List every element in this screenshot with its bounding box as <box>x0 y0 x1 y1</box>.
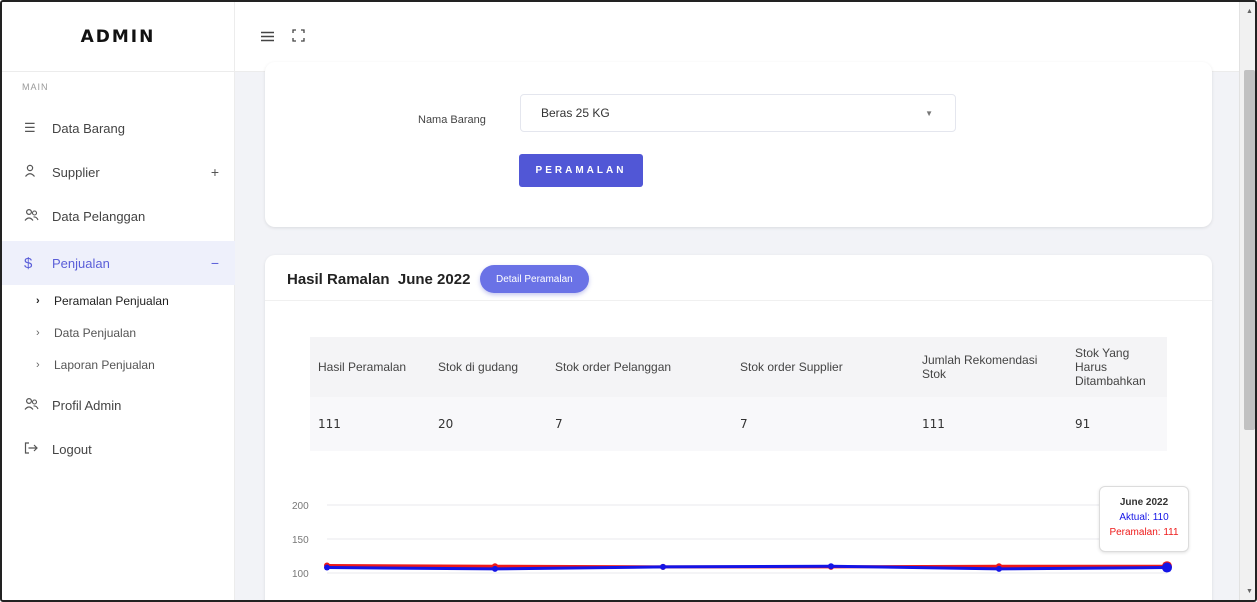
item-select[interactable]: Beras 25 KG ▼ <box>520 94 956 132</box>
item-name-label: Nama Barang <box>418 114 486 126</box>
list-icon: ☰ <box>24 120 36 135</box>
table-header: Stok order Pelanggan <box>547 337 732 397</box>
sidebar-subitem-data-penjualan[interactable]: › Data Penjualan <box>2 318 235 348</box>
table-cell: 7 <box>547 397 732 451</box>
data-point-aktual[interactable] <box>660 563 666 570</box>
scroll-up-icon[interactable]: ▲ <box>1246 8 1253 15</box>
chevron-down-icon: ▼ <box>925 108 933 118</box>
collapse-icon[interactable]: − <box>211 255 219 271</box>
vertical-scrollbar[interactable]: ▲ ▼ <box>1239 2 1255 600</box>
users-icon <box>24 397 42 413</box>
sidebar-section-label: MAIN <box>22 82 49 92</box>
table-header: Stok di gudang <box>430 337 547 397</box>
sidebar-item-label: Penjualan <box>52 255 110 271</box>
tooltip-forecast: Peramalan: 111 <box>1109 527 1179 538</box>
app-window: ADMIN MAIN ☰ Data Barang Supplier + Data… <box>0 0 1257 602</box>
forecast-form-card: Nama Barang Beras 25 KG ▼ PERAMALAN <box>265 62 1212 227</box>
forecast-result-card: Hasil Ramalan June 2022 Detail Peramalan… <box>265 255 1212 600</box>
detail-forecast-button[interactable]: Detail Peramalan <box>480 265 589 293</box>
sidebar-item-data-barang[interactable]: ☰ Data Barang <box>2 106 235 150</box>
data-point-aktual[interactable] <box>828 563 834 570</box>
table-cell: 111 <box>914 397 1067 451</box>
forecast-result-table: Hasil Peramalan Stok di gudang Stok orde… <box>310 337 1167 451</box>
forecast-button[interactable]: PERAMALAN <box>519 154 643 187</box>
expand-icon[interactable]: + <box>211 164 219 180</box>
y-tick-label: 150 <box>292 535 309 546</box>
item-select-value: Beras 25 KG <box>541 106 610 120</box>
sidebar-item-penjualan[interactable]: $ Penjualan − <box>2 241 235 285</box>
chevron-right-icon: › <box>36 327 40 339</box>
dollar-icon: $ <box>24 254 33 272</box>
chevron-right-icon: › <box>36 359 40 371</box>
scrollbar-thumb[interactable] <box>1244 70 1255 430</box>
tooltip-actual: Aktual: 110 <box>1119 512 1169 523</box>
sidebar-subitem-peramalan-penjualan[interactable]: › Peramalan Penjualan <box>2 286 235 316</box>
table-header: Jumlah Rekomendasi Stok <box>914 337 1067 397</box>
sidebar-subitem-label: Peramalan Penjualan <box>54 294 169 308</box>
scroll-down-icon[interactable]: ▼ <box>1246 588 1253 595</box>
table-row: 111 20 7 7 111 91 <box>310 397 1167 451</box>
data-point-aktual[interactable] <box>996 565 1002 572</box>
users-icon <box>24 208 42 224</box>
user-icon <box>24 164 42 180</box>
sidebar-subitem-label: Data Penjualan <box>54 326 137 340</box>
table-cell: 20 <box>430 397 547 451</box>
table-header: Stok Yang Harus Ditambahkan <box>1067 337 1167 397</box>
data-point-aktual[interactable] <box>324 564 330 571</box>
sidebar-item-label: Data Barang <box>52 120 125 136</box>
hamburger-icon[interactable] <box>261 29 274 45</box>
table-header: Stok order Supplier <box>732 337 914 397</box>
chart-tooltip: June 2022 Aktual: 110 Peramalan: 111 <box>1099 486 1189 552</box>
sidebar-item-data-pelanggan[interactable]: Data Pelanggan <box>2 194 235 238</box>
sidebar-item-label: Supplier <box>52 164 100 180</box>
table-cell: 111 <box>310 397 430 451</box>
y-tick-label: 100 <box>292 569 309 580</box>
sidebar-subitem-label: Laporan Penjualan <box>54 358 155 372</box>
sidebar-item-supplier[interactable]: Supplier + <box>2 150 235 194</box>
table-cell: 7 <box>732 397 914 451</box>
table-cell: 91 <box>1067 397 1167 451</box>
y-tick-label: 200 <box>292 501 309 512</box>
result-card-header: Hasil Ramalan June 2022 Detail Peramalan <box>265 255 1212 301</box>
sidebar-item-label: Profil Admin <box>52 397 122 413</box>
sidebar-item-label: Logout <box>52 441 92 457</box>
logout-icon <box>24 441 42 457</box>
chevron-right-icon: › <box>36 295 40 307</box>
forecast-line-chart: 20015010050 <box>292 501 1172 580</box>
data-point-aktual[interactable] <box>1162 562 1172 573</box>
sidebar-item-profil-admin[interactable]: Profil Admin <box>2 383 235 427</box>
sidebar-subitem-laporan-penjualan[interactable]: › Laporan Penjualan <box>2 350 235 380</box>
data-point-aktual[interactable] <box>492 565 498 572</box>
table-header-row: Hasil Peramalan Stok di gudang Stok orde… <box>310 337 1167 397</box>
table-header: Hasil Peramalan <box>310 337 430 397</box>
sidebar-item-logout[interactable]: Logout <box>2 427 235 471</box>
sidebar-item-label: Data Pelanggan <box>52 208 146 224</box>
fullscreen-icon[interactable] <box>292 28 305 45</box>
tooltip-title: June 2022 <box>1119 497 1169 508</box>
brand-logo: ADMIN <box>2 2 234 72</box>
sidebar: ADMIN MAIN ☰ Data Barang Supplier + Data… <box>2 2 235 600</box>
result-title: Hasil Ramalan June 2022 <box>287 271 471 288</box>
